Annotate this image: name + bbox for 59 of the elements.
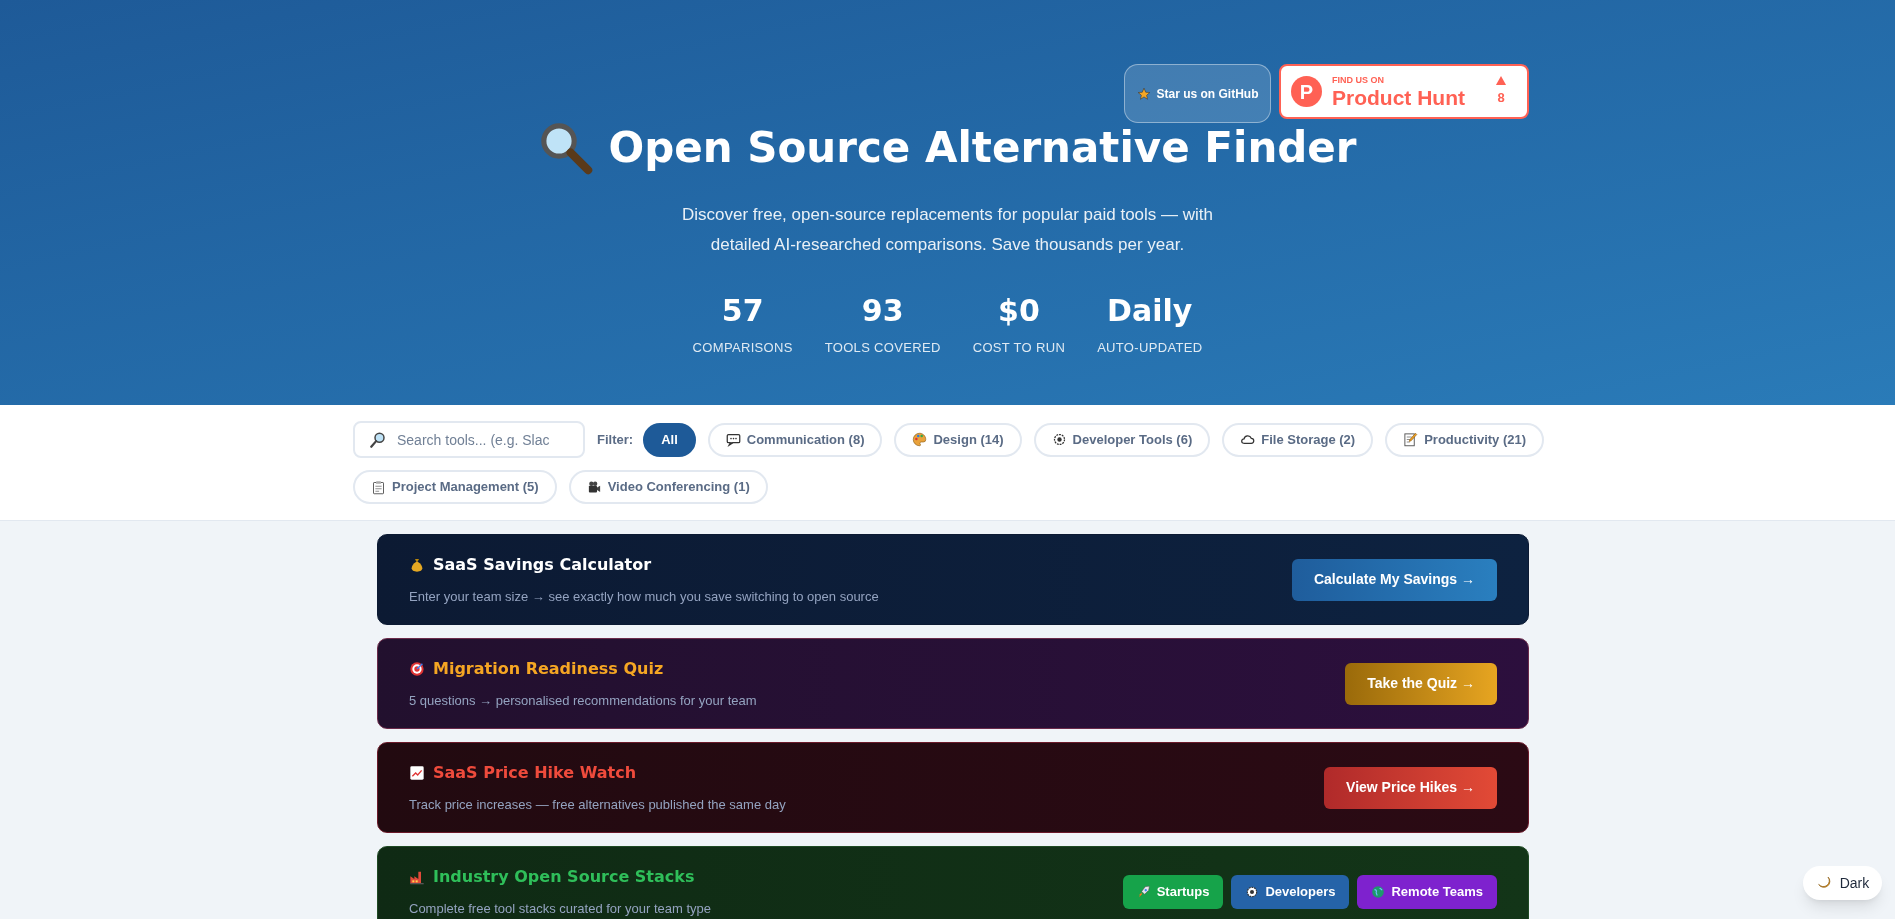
stat-value: $0: [998, 296, 1040, 326]
card-description: Complete free tool stacks curated for your team type: [409, 899, 712, 918]
filter-chip[interactable]: Design (14): [894, 422, 1022, 457]
magnifier-icon: [538, 120, 595, 176]
product-hunt-logo: P: [1291, 76, 1322, 107]
stack-button[interactable]: Developers: [1231, 874, 1350, 909]
stack-button[interactable]: Startups: [1122, 874, 1224, 909]
filter-chip[interactable]: All: [643, 422, 696, 457]
product-hunt-badge[interactable]: P FIND US ON Product Hunt 8: [1279, 64, 1529, 119]
card-button[interactable]: Take the Quiz →: [1345, 662, 1497, 705]
star-icon: [1136, 86, 1151, 101]
filter-chip[interactable]: Productivity (21): [1385, 422, 1545, 457]
card-button[interactable]: Calculate My Savings →: [1291, 558, 1497, 601]
notepad-pencil-icon: [1403, 432, 1419, 447]
card-title: SaaS Savings Calculator: [433, 553, 652, 576]
filter-chip[interactable]: Project Management (5): [353, 470, 557, 504]
palette-icon: [912, 432, 928, 447]
card-title: Migration Readiness Quiz: [433, 657, 664, 680]
card-title: SaaS Price Hike Watch: [433, 761, 637, 784]
rocket-icon: [1136, 884, 1151, 899]
stat-value: 57: [721, 296, 764, 326]
filter-chip[interactable]: File Storage (2): [1222, 422, 1374, 457]
stat-label: AUTO-UPDATED: [1097, 339, 1203, 357]
badge-title: Product Hunt: [1332, 86, 1465, 108]
line-chart-icon: [409, 764, 425, 781]
upvote-triangle-icon: [1495, 75, 1507, 87]
stack-button[interactable]: Remote Teams: [1357, 874, 1497, 909]
dark-mode-toggle[interactable]: Dark: [1803, 866, 1882, 900]
upvote-count: 8: [1497, 89, 1505, 108]
github-star-button[interactable]: Star us on GitHub: [1124, 64, 1271, 123]
gear-icon: [1245, 884, 1260, 899]
stat-value: Daily: [1107, 296, 1193, 326]
filter-label: Filter:: [597, 430, 634, 449]
money-bag-icon: [409, 556, 425, 573]
page-title: Open Source Alternative Finder: [608, 127, 1357, 169]
card-title: Industry Open Source Stacks: [433, 865, 695, 888]
cloud-icon: [1240, 432, 1256, 447]
crescent-moon-icon: [1815, 875, 1832, 891]
card-description: Track price increases — free alternatives published the same day: [409, 795, 786, 814]
stat-label: TOOLS COVERED: [824, 339, 941, 357]
target-icon: [409, 660, 425, 677]
badge-eyebrow: FIND US ON: [1332, 75, 1385, 85]
card-button[interactable]: View Price Hikes →: [1324, 766, 1497, 809]
stat-label: COST TO RUN: [972, 339, 1066, 357]
stat-value: 93: [861, 296, 904, 326]
hero-subtitle: Discover free, open-source replacements for popular paid tools — with detailed AI-researched comparisons. Save thousands per year.: [680, 204, 1214, 256]
stat-label: COMPARISONS: [692, 339, 793, 357]
filter-chip[interactable]: Video Conferencing (1): [568, 470, 768, 504]
gear-icon: [1051, 432, 1067, 447]
speech-bubble-icon: [725, 432, 741, 447]
filter-chip[interactable]: Developer Tools (6): [1033, 422, 1211, 457]
card-description: 5 questions → personalised recommendations for your team: [409, 691, 757, 710]
film-camera-icon: [586, 479, 602, 495]
globe-icon: [1371, 884, 1386, 899]
search-field[interactable]: Search tools... (e.g. Slac: [353, 421, 585, 458]
card-description: Enter your team size → see exactly how much you save switching to open source: [409, 587, 879, 606]
clipboard-icon: [371, 479, 386, 495]
search-icon: [369, 431, 387, 449]
filter-chip[interactable]: Communication (8): [707, 422, 883, 457]
